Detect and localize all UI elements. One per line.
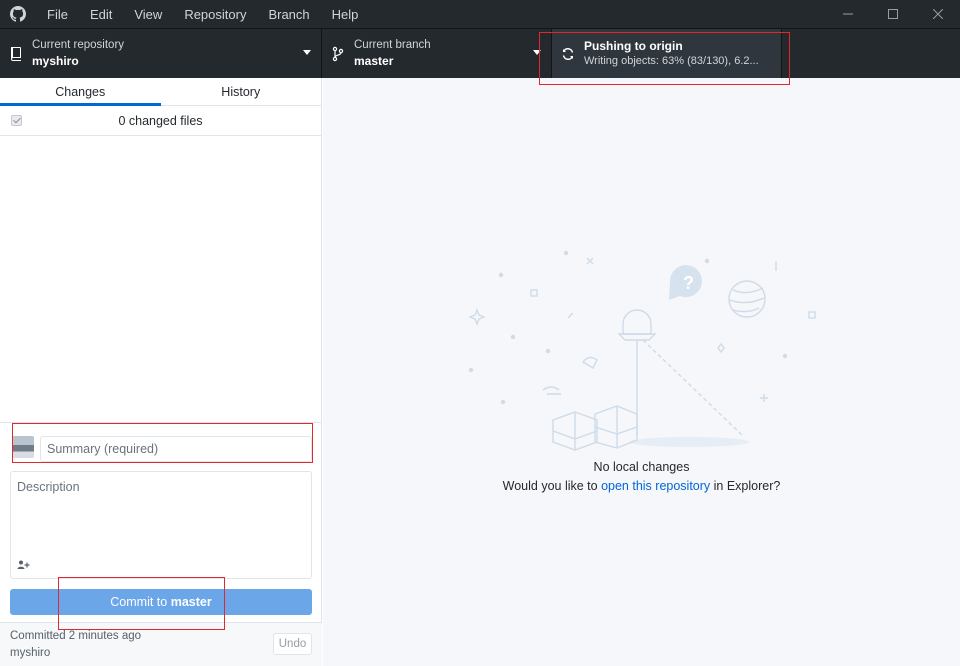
tab-history[interactable]: History	[161, 78, 322, 105]
menu-bar: File Edit View Repository Branch Help	[36, 0, 369, 28]
branch-label: Current branch	[354, 39, 431, 51]
menu-repository[interactable]: Repository	[173, 0, 257, 28]
push-title: Pushing to origin	[584, 39, 683, 53]
title-bar: File Edit View Repository Branch Help	[0, 0, 960, 28]
close-icon	[932, 9, 943, 19]
sync-icon	[552, 47, 584, 61]
empty-state-prompt: Would you like to open this repository i…	[323, 477, 960, 496]
branch-name: master	[354, 54, 394, 68]
empty-state-title: No local changes	[593, 460, 690, 474]
branch-icon	[322, 46, 354, 62]
menu-edit[interactable]: Edit	[79, 0, 123, 28]
branch-text: Current branch master	[354, 38, 431, 69]
select-all-checkbox[interactable]	[11, 115, 22, 126]
prompt-before: Would you like to	[502, 479, 602, 493]
last-commit-author: myshiro	[10, 647, 51, 659]
push-progress: Writing objects: 63% (83/130), 6.2...	[584, 55, 759, 67]
toolbar: Current repository myshiro Current branc…	[0, 28, 960, 78]
minimize-icon	[842, 13, 853, 15]
repo-name: myshiro	[32, 54, 79, 68]
empty-state-text: No local changes Would you like to open …	[323, 458, 960, 496]
push-origin-button[interactable]: Pushing to origin Writing objects: 63% (…	[552, 29, 782, 78]
main-panel: ? No local changes Would you like to ope…	[323, 78, 960, 666]
chevron-down-icon	[303, 50, 311, 55]
github-logo-icon	[0, 0, 36, 28]
open-repository-link[interactable]: open this repository	[601, 479, 710, 493]
avatar	[12, 436, 34, 458]
maximize-icon	[887, 9, 898, 19]
tab-bar: Changes History	[0, 78, 321, 106]
menu-help[interactable]: Help	[321, 0, 370, 28]
description-placeholder: Description	[17, 480, 80, 494]
push-text: Pushing to origin Writing objects: 63% (…	[584, 38, 759, 69]
undo-button[interactable]: Undo	[273, 633, 312, 655]
sidebar: Changes History 0 changed files Descript…	[0, 78, 322, 666]
tab-changes[interactable]: Changes	[0, 78, 161, 106]
last-commit-time: Committed 2 minutes ago	[10, 630, 142, 642]
repo-icon	[0, 46, 32, 62]
window-controls	[825, 0, 960, 28]
minimize-button[interactable]	[825, 0, 870, 28]
last-commit-panel: Committed 2 minutes ago myshiro Undo	[0, 622, 322, 666]
commit-button[interactable]: Commit to master	[10, 589, 312, 615]
current-repository-button[interactable]: Current repository myshiro	[0, 29, 322, 78]
menu-branch[interactable]: Branch	[257, 0, 320, 28]
blankslate-illustration-icon: ?	[468, 250, 816, 451]
chevron-down-icon	[533, 50, 541, 55]
commit-form: Description Commit to master	[0, 422, 322, 622]
changed-files-count: 0 changed files	[118, 113, 203, 128]
svg-text:?: ?	[683, 273, 694, 293]
maximize-button[interactable]	[870, 0, 915, 28]
menu-view[interactable]: View	[123, 0, 173, 28]
add-coauthor-icon[interactable]	[17, 560, 30, 572]
commit-prefix: Commit to	[110, 595, 171, 609]
commit-branch: master	[170, 595, 212, 609]
prompt-after: in Explorer?	[710, 479, 781, 493]
summary-input[interactable]	[40, 436, 312, 462]
close-button[interactable]	[915, 0, 960, 28]
menu-file[interactable]: File	[36, 0, 79, 28]
repo-label: Current repository	[32, 39, 125, 51]
repo-text: Current repository myshiro	[32, 38, 124, 69]
description-field[interactable]: Description	[10, 471, 312, 579]
current-branch-button[interactable]: Current branch master	[322, 29, 552, 78]
changes-header: 0 changed files	[0, 106, 321, 136]
